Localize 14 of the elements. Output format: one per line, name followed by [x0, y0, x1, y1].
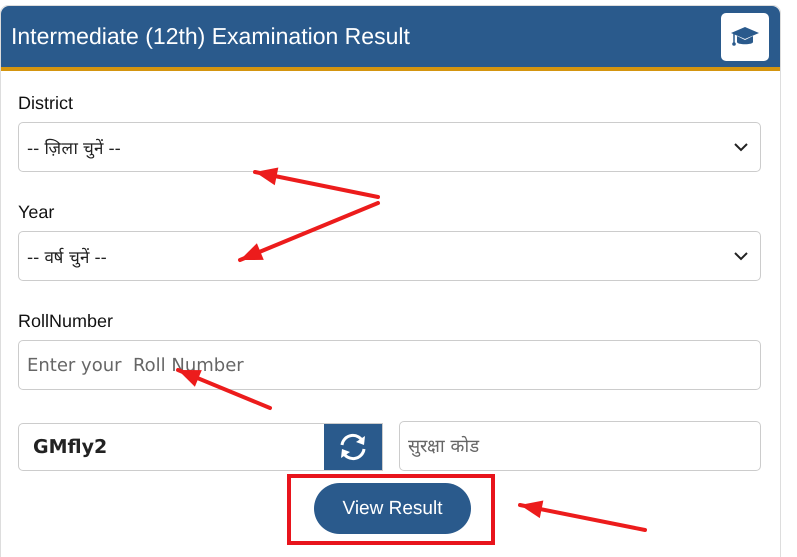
- chevron-down-icon: [734, 142, 748, 152]
- input-field[interactable]: Enter your Roll Number: [18, 340, 761, 390]
- view-result-button[interactable]: View Result: [314, 483, 471, 534]
- dropdown-field[interactable]: -- वर्ष चुनें --: [18, 231, 761, 281]
- security-code-field[interactable]: सुरक्षा कोड: [399, 421, 761, 471]
- captcha-field: GMfly2: [18, 423, 383, 471]
- field-label: RollNumber: [18, 311, 114, 332]
- chevron-down-icon: [734, 252, 748, 260]
- field-label: District: [18, 93, 74, 114]
- field-label: Year: [18, 202, 56, 223]
- page-title: Intermediate (12th) Examination Result: [11, 23, 410, 50]
- graduation-cap-icon: [721, 12, 769, 60]
- dropdown-field[interactable]: -- ज़िला चुनें --: [18, 122, 761, 172]
- refresh-button[interactable]: [324, 424, 382, 470]
